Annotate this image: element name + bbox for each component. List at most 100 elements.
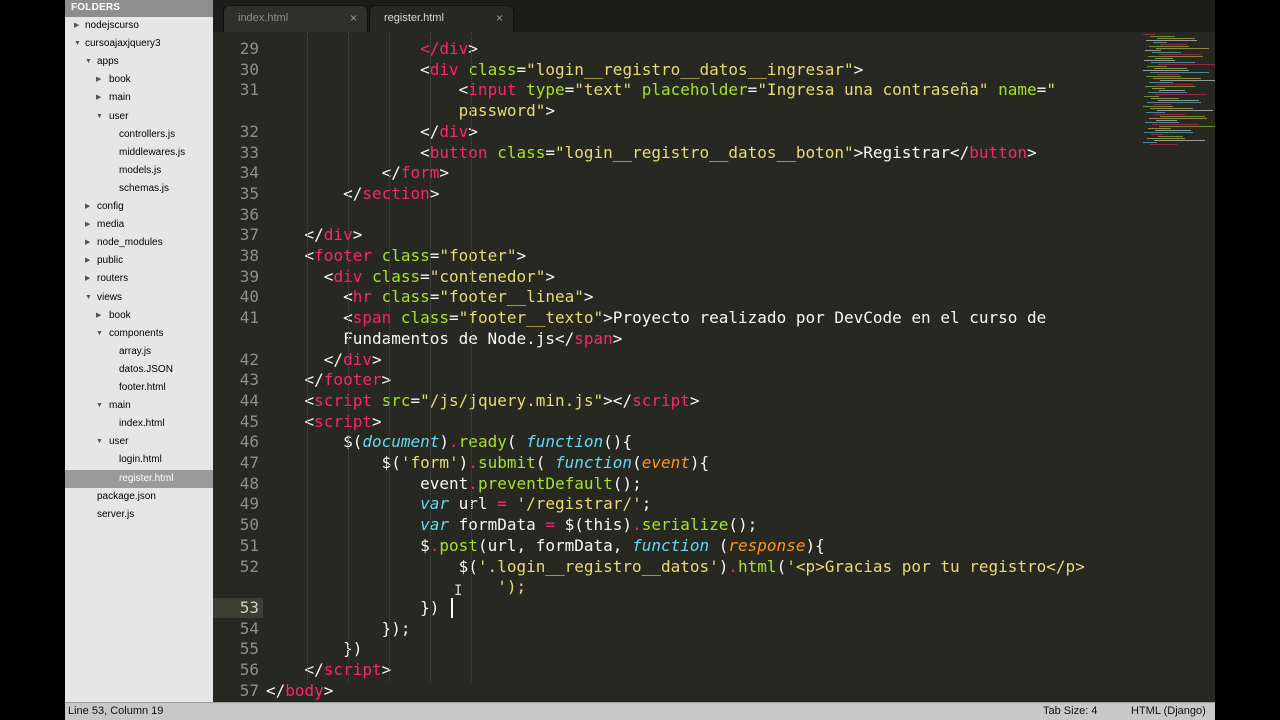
tree-item[interactable]: schemas.js (65, 180, 213, 198)
line-number: 43 (239, 370, 259, 390)
disclosure-closed-icon[interactable]: ▶ (96, 71, 101, 89)
tab-size-selector[interactable]: Tab Size: 4 (1043, 705, 1097, 717)
disclosure-open-icon[interactable]: ▼ (85, 53, 92, 71)
tree-item[interactable]: ▼ main (65, 397, 213, 415)
tree-item[interactable]: ▼ components (65, 325, 213, 343)
minimap-line (1144, 60, 1175, 61)
disclosure-open-icon[interactable]: ▼ (96, 433, 103, 451)
line-number: 53 (239, 597, 259, 617)
minimap-line (1148, 128, 1171, 129)
disclosure-open-icon[interactable]: ▼ (96, 397, 103, 415)
close-icon[interactable]: × (496, 11, 503, 25)
close-icon[interactable]: × (350, 11, 357, 25)
code-token: < (266, 308, 353, 328)
code-token: span (574, 328, 613, 348)
code-token: class (362, 266, 421, 286)
code-token: form (400, 163, 440, 183)
tree-item[interactable]: register.html (65, 469, 213, 488)
line-number: 41 (239, 308, 259, 328)
tree-item[interactable]: ▼ apps (65, 53, 213, 71)
code-token: < (266, 287, 353, 307)
code-token: "login__registro__datos__ingresar" (526, 59, 854, 79)
code-token: ) (439, 432, 450, 452)
tree-item[interactable]: ▶ main (65, 89, 213, 107)
tree-item[interactable]: index.html (65, 415, 213, 433)
code-token: section (362, 183, 430, 203)
tree-item-label: login.html (119, 454, 162, 466)
tree-item[interactable]: middlewares.js (65, 144, 213, 162)
disclosure-closed-icon[interactable]: ▶ (96, 307, 101, 325)
tree-item[interactable]: ▶ routers (65, 270, 213, 288)
tree-item[interactable]: ▼ user (65, 108, 213, 126)
disclosure-closed-icon[interactable]: ▶ (96, 89, 101, 107)
code-line: <script> (266, 412, 382, 432)
code-token: ( (776, 556, 787, 576)
tree-item[interactable]: ▼ user (65, 433, 213, 451)
code-token: $( (266, 453, 401, 472)
disclosure-open-icon[interactable]: ▼ (96, 108, 103, 126)
tree-item[interactable]: ▶ book (65, 71, 213, 89)
tree-item[interactable]: ▶ config (65, 198, 213, 216)
disclosure-closed-icon[interactable]: ▶ (85, 234, 90, 252)
disclosure-open-icon[interactable]: ▼ (96, 325, 103, 343)
code-editor[interactable]: 29 30 31 32 33 34 35 36 37 38 39 40 41 42 43 44 45 46 47 48… (213, 32, 1215, 702)
line-number: 31 (239, 80, 259, 100)
code-token: . (468, 473, 478, 493)
tree-item[interactable]: ▶ media (65, 216, 213, 234)
code-token: = (410, 390, 421, 410)
tree-item[interactable]: server.js (65, 506, 213, 524)
disclosure-closed-icon[interactable]: ▶ (85, 270, 90, 288)
tree-item[interactable]: ▶ public (65, 252, 213, 270)
code-token: var (420, 494, 450, 514)
line-number: 30 (239, 59, 259, 79)
tree-item[interactable]: ▶ nodejscurso (65, 17, 213, 35)
code-token: </ (266, 660, 324, 679)
line-number: 52 (239, 556, 259, 576)
tab-bar: index.html × register.html × (213, 0, 1215, 32)
code-token: >Registrar</ (853, 142, 970, 162)
tree-item[interactable]: package.json (65, 488, 213, 506)
code-token: > (1027, 142, 1037, 162)
code-token: footer (323, 370, 382, 390)
minimap-line (1156, 120, 1177, 121)
code-token: > (545, 101, 555, 121)
code-token: (); (612, 473, 642, 493)
tree-item[interactable]: controllers.js (65, 126, 213, 144)
sidebar: FOLDERS ▶ nodejscurso ▼ cursoajaxjquery3 ▼ ap… (65, 0, 213, 702)
code-token: script (314, 390, 372, 410)
syntax-selector[interactable]: HTML (Django) (1131, 705, 1206, 717)
tree-item[interactable]: datos.JSON (65, 361, 213, 379)
disclosure-open-icon[interactable]: ▼ (74, 35, 81, 53)
line-number: 32 (239, 121, 259, 141)
code-token: > (371, 349, 382, 369)
disclosure-closed-icon[interactable]: ▶ (85, 252, 90, 270)
disclosure-closed-icon[interactable]: ▶ (85, 216, 90, 234)
code-line: event.preventDefault(); (266, 474, 642, 494)
tree-item[interactable]: ▼ views (65, 289, 213, 307)
tab-register-html[interactable]: register.html × (369, 5, 514, 32)
tree-item[interactable]: login.html (65, 451, 213, 469)
disclosure-open-icon[interactable]: ▼ (85, 289, 92, 307)
tree-item[interactable]: ▶ node_modules (65, 234, 213, 252)
code-token: footer (314, 246, 372, 265)
minimap-line (1150, 72, 1209, 73)
minimap[interactable] (1139, 32, 1215, 152)
code-token: (){ (603, 432, 633, 452)
code-line: Fundamentos de Node.js</span> (266, 329, 622, 349)
code-token: script (314, 411, 372, 431)
tree-item[interactable]: footer.html (65, 379, 213, 397)
tree-item[interactable]: ▶ book (65, 307, 213, 325)
tree-item[interactable]: ▼ cursoajaxjquery3 (65, 35, 213, 53)
code-token: div (429, 59, 459, 79)
minimap-line (1143, 142, 1157, 143)
tree-item[interactable]: array.js (65, 343, 213, 361)
code-token: var (420, 515, 450, 535)
code-token: class (371, 246, 430, 265)
disclosure-closed-icon[interactable]: ▶ (85, 198, 90, 216)
tab-index-html[interactable]: index.html × (223, 5, 368, 32)
disclosure-closed-icon[interactable]: ▶ (74, 17, 79, 35)
minimap-line (1146, 76, 1181, 77)
tree-item[interactable]: models.js (65, 162, 213, 180)
code-line: <input type="text" placeholder="Ingresa … (266, 80, 1056, 100)
text-caret (451, 597, 453, 618)
